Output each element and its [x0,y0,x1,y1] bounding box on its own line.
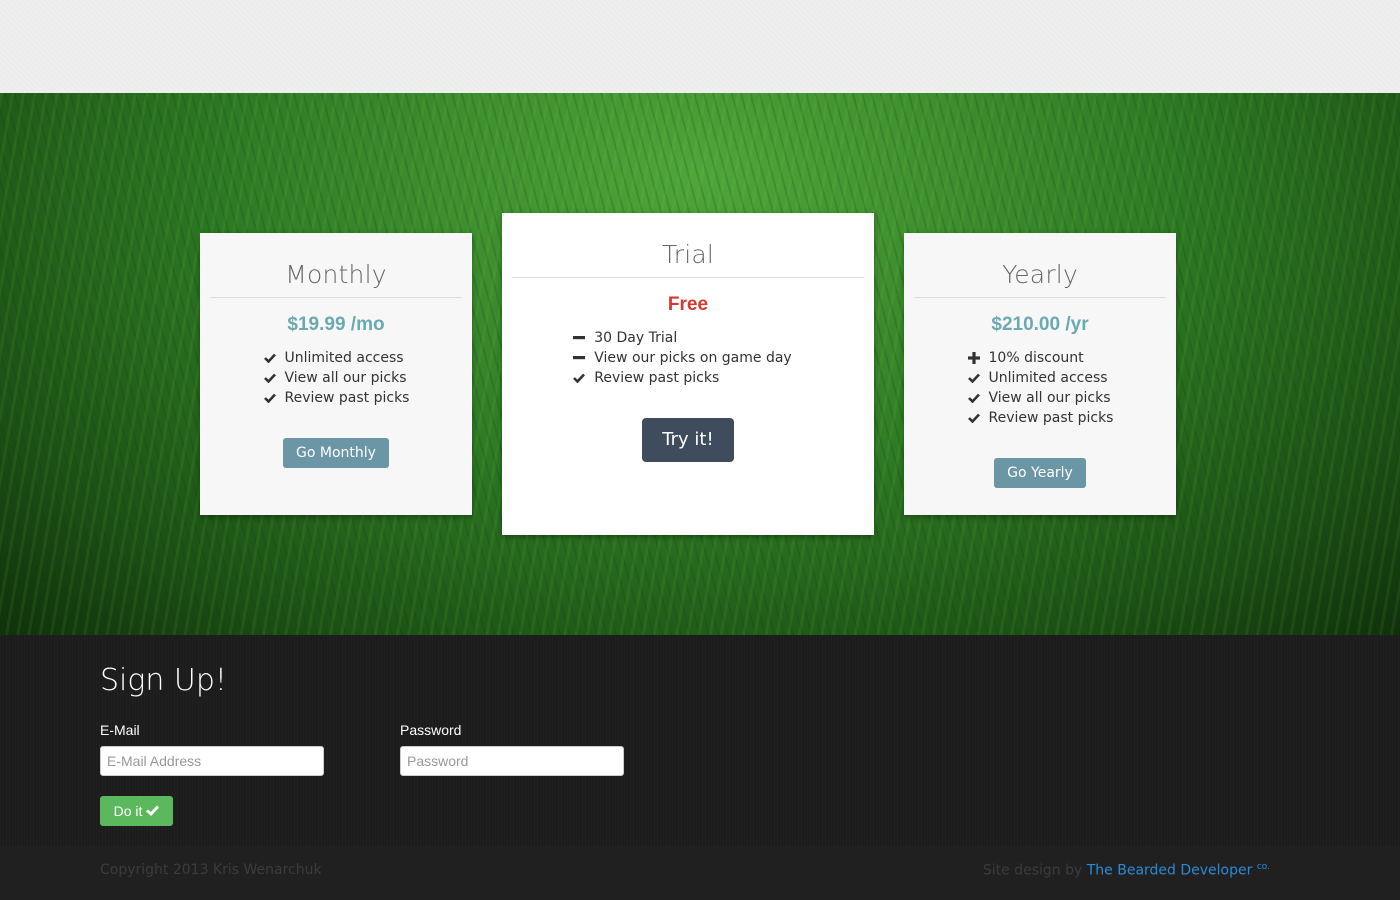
footer: Copyright 2013 Kris Wenarchuk Site desig… [0,846,1400,900]
check-icon [967,391,981,405]
check-icon [263,371,277,385]
copyright-text: Copyright 2013 Kris Wenarchuk [100,862,322,878]
divider [914,297,1166,298]
feature-text: View all our picks [284,370,407,386]
divider [512,277,864,278]
check-icon [967,411,981,425]
minus-icon [572,331,586,345]
feature-list: 10% discount Unlimited access View all o… [967,348,1114,428]
list-item: View all our picks [263,368,410,388]
plan-price: Free [667,294,709,315]
plan-title: Monthly [285,260,387,289]
go-monthly-button[interactable]: Go Monthly [283,438,389,468]
go-yearly-button[interactable]: Go Yearly [994,458,1086,488]
plan-price: $210.00 /yr [991,314,1089,335]
feature-text: Review past picks [284,390,410,406]
list-item: Review past picks [967,408,1114,428]
plan-title: Trial [661,240,715,269]
divider [210,297,462,298]
feature-text: 30 Day Trial [594,330,678,346]
list-item: Review past picks [263,388,410,408]
list-item: View our picks on game day [572,348,792,368]
pricing-card-trial: Trial Free 30 Day Trial View our picks o… [502,213,874,535]
check-icon [967,371,981,385]
feature-text: Review past picks [594,370,720,386]
feature-text: Unlimited access [988,370,1108,386]
list-item: Review past picks [572,368,791,388]
check-icon [146,803,160,819]
pricing-card-monthly: Monthly $19.99 /mo Unlimited access View… [200,233,472,515]
plan-title: Yearly [1002,260,1078,289]
check-icon [572,371,586,385]
list-item: Unlimited access [967,368,1114,388]
feature-list: 30 Day Trial View our picks on game day … [572,328,792,388]
check-icon [263,391,277,405]
site-credit: Site design by The Bearded Developer co. [983,862,1270,879]
credit-suffix: co. [1256,862,1270,872]
email-field[interactable] [100,746,324,776]
do-it-button[interactable]: Do it [100,796,173,826]
signup-section: Sign Up! E-Mail Password Do it [0,635,1400,846]
do-it-label: Do it [113,803,143,819]
feature-text: View our picks on game day [594,350,792,366]
feature-list: Unlimited access View all our picks Revi… [263,348,410,408]
list-item: 10% discount [967,348,1114,368]
feature-text: View all our picks [988,390,1111,406]
password-label: Password [400,722,462,738]
email-label: E-Mail [100,722,140,738]
list-item: View all our picks [967,388,1114,408]
minus-icon [572,351,586,365]
list-item: 30 Day Trial [572,328,791,348]
pricing-card-yearly: Yearly $210.00 /yr 10% discount Unlimite… [904,233,1176,515]
password-field[interactable] [400,746,624,776]
feature-text: 10% discount [988,350,1084,366]
feature-text: Review past picks [988,410,1114,426]
plan-price: $19.99 /mo [287,314,385,335]
credit-prefix: Site design by [982,862,1087,879]
try-it-button[interactable]: Try it! [642,418,734,462]
feature-text: Unlimited access [284,350,404,366]
check-icon [263,351,277,365]
top-header-band [0,0,1400,93]
list-item: Unlimited access [263,348,410,368]
signup-heading: Sign Up! [100,663,227,698]
bearded-developer-link[interactable]: The Bearded Developer [1087,863,1253,879]
plus-icon [967,351,981,365]
